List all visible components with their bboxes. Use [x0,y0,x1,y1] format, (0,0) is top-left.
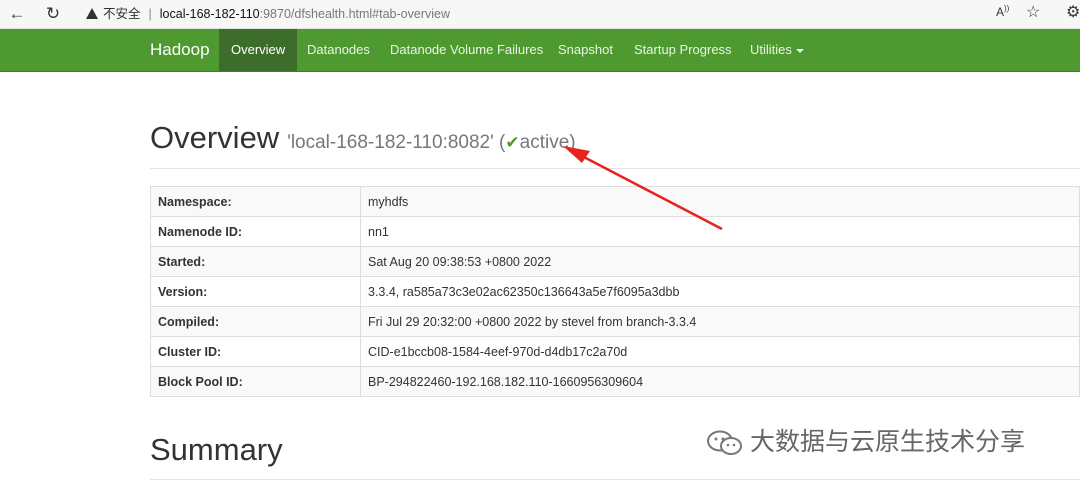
row-key: Namespace: [150,186,361,217]
nav-datanodes[interactable]: Datanodes [295,29,382,71]
row-key: Cluster ID: [150,336,361,367]
overview-table: Namespace: myhdfs Namenode ID: nn1 Started… [150,186,1080,397]
nav-startup-progress[interactable]: Startup Progress [622,29,744,71]
table-row: Started: Sat Aug 20 09:38:53 +0800 2022 [150,246,1080,277]
back-icon[interactable]: ← [6,3,28,25]
nav-snapshot[interactable]: Snapshot [546,29,625,71]
row-value: myhdfs [360,186,1080,217]
table-row: Compiled: Fri Jul 29 20:32:00 +0800 2022 … [150,306,1080,337]
url-host: local-168-182-110 [159,7,260,21]
watermark: 大数据与云原生技术分享 [706,424,1066,460]
row-key: Started: [150,246,361,277]
row-key: Version: [150,276,361,307]
row-value: Fri Jul 29 20:32:00 +0800 2022 by stevel… [360,306,1080,337]
brand-logo[interactable]: Hadoop [150,29,210,71]
summary-divider [150,479,1080,480]
row-key: Namenode ID: [150,216,361,247]
warning-icon [86,8,98,19]
table-row: Block Pool ID: BP-294822460-192.168.182.1… [150,366,1080,397]
caret-down-icon [795,48,804,53]
browser-toolbar: ← ↻ 不安全 | local-168-182-110:9870/dfshealth… [0,0,1080,29]
refresh-icon[interactable]: ↻ [42,3,64,25]
read-aloud-icon[interactable]: A)) [996,4,1009,19]
status-label: active [519,132,570,153]
row-value: 3.3.4, ra585a73c3e02ac62350c136643a5e7f6… [360,276,1080,307]
url-path: :9870/dfshealth.html#tab-overview [259,7,450,21]
node-name: 'local-168-182-110:8082' [287,132,494,153]
row-key: Compiled: [150,306,361,337]
nav-datanode-volume-failures[interactable]: Datanode Volume Failures [378,29,555,71]
row-value: Sat Aug 20 09:38:53 +0800 2022 [360,246,1080,277]
row-value: BP-294822460-192.168.182.110-16609563096… [360,366,1080,397]
row-value: nn1 [360,216,1080,247]
page-title: Overview 'local-168-182-110:8082' (✔activ… [150,118,1080,163]
summary-heading: Summary [150,432,283,467]
settings-icon[interactable]: ⚙ [1066,2,1080,22]
wechat-icon [707,430,742,456]
row-key: Block Pool ID: [150,366,361,397]
favorite-icon[interactable]: ☆ [1026,2,1040,22]
table-row: Cluster ID: CID-e1bccb08-1584-4eef-970d-d… [150,336,1080,367]
status-close-paren: ) [569,132,576,153]
row-value: CID-e1bccb08-1584-4eef-970d-d4db17c2a70d [360,336,1080,367]
insecure-label: 不安全 [103,7,141,21]
nav-utilities[interactable]: Utilities [738,29,816,71]
overview-title: Overview [150,120,280,155]
node-address: 'local-168-182-110:8082' (✔active) [287,132,575,153]
address-bar[interactable]: 不安全 | local-168-182-110:9870/dfshealth.htm… [86,4,1056,24]
nav-overview[interactable]: Overview [219,29,298,71]
watermark-text: 大数据与云原生技术分享 [750,428,1026,456]
top-navbar: Hadoop Overview Datanodes Datanode Volum… [0,29,1080,72]
table-row: Namespace: myhdfs [150,186,1080,217]
table-row: Namenode ID: nn1 [150,216,1080,247]
check-icon: ✔ [505,133,520,152]
nav-utilities-label: Utilities [750,42,792,57]
page-header: Overview 'local-168-182-110:8082' (✔activ… [150,118,1080,169]
address-separator: | [148,7,152,21]
table-row: Version: 3.3.4, ra585a73c3e02ac62350c1366… [150,276,1080,307]
